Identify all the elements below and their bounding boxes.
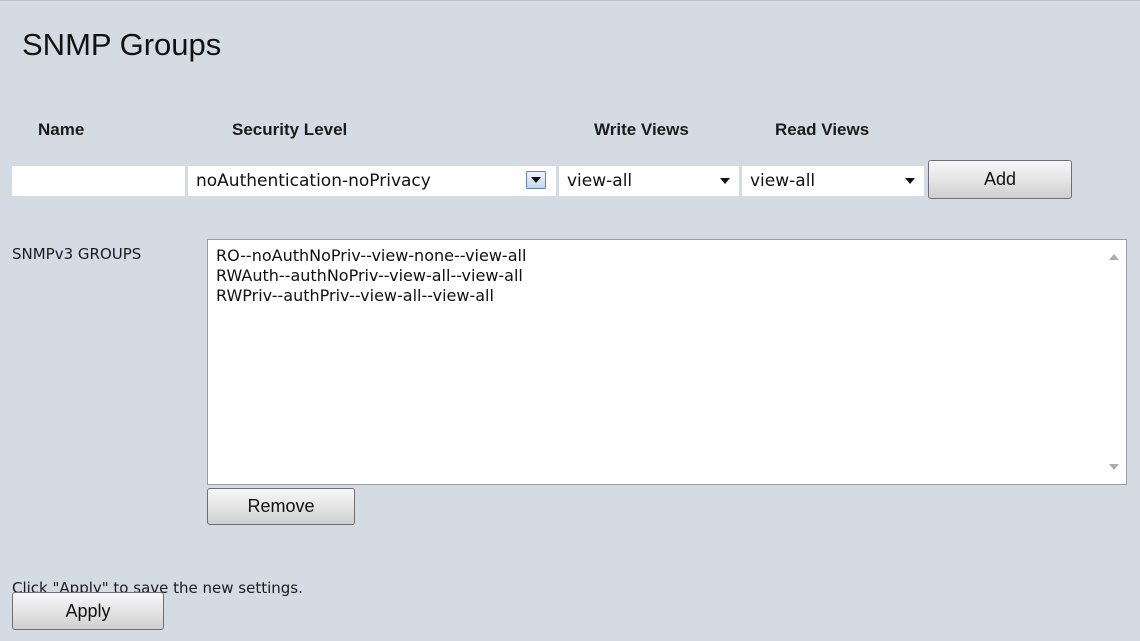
read-views-column-header: Read Views (775, 120, 870, 139)
read-views-select[interactable]: view-all (742, 166, 924, 196)
list-item[interactable]: RWPriv--authPriv--view-all--view-all (216, 286, 1102, 306)
groups-list-items: RO--noAuthNoPriv--view-none--view-all RW… (216, 246, 1102, 306)
chevron-down-icon[interactable] (716, 166, 734, 196)
security-level-selected-value: noAuthentication-noPrivacy (196, 171, 431, 191)
snmpv3-groups-list[interactable]: RO--noAuthNoPriv--view-none--view-all RW… (207, 239, 1127, 485)
snmp-groups-panel: SNMP Groups Name Security Level Write Vi… (0, 0, 1140, 641)
name-column-header: Name (38, 120, 85, 139)
chevron-down-icon[interactable] (526, 171, 546, 189)
page-title: SNMP Groups (22, 27, 222, 62)
apply-button[interactable]: Apply (12, 592, 164, 630)
security-level-select[interactable]: noAuthentication-noPrivacy (188, 166, 556, 196)
name-input[interactable] (12, 166, 185, 196)
write-views-column-header: Write Views (594, 120, 689, 139)
list-item[interactable]: RWAuth--authNoPriv--view-all--view-all (216, 266, 1102, 286)
read-views-selected-value: view-all (750, 171, 816, 191)
add-button[interactable]: Add (928, 160, 1072, 199)
security-level-column-header: Security Level (232, 120, 348, 139)
snmpv3-groups-label: SNMPv3 GROUPS (12, 245, 142, 263)
write-views-selected-value: view-all (567, 171, 633, 191)
chevron-down-icon[interactable] (901, 166, 919, 196)
scroll-down-icon[interactable] (1108, 462, 1120, 472)
scroll-up-icon[interactable] (1108, 252, 1120, 262)
write-views-select[interactable]: view-all (559, 166, 739, 196)
list-item[interactable]: RO--noAuthNoPriv--view-none--view-all (216, 246, 1102, 266)
remove-button[interactable]: Remove (207, 488, 355, 525)
